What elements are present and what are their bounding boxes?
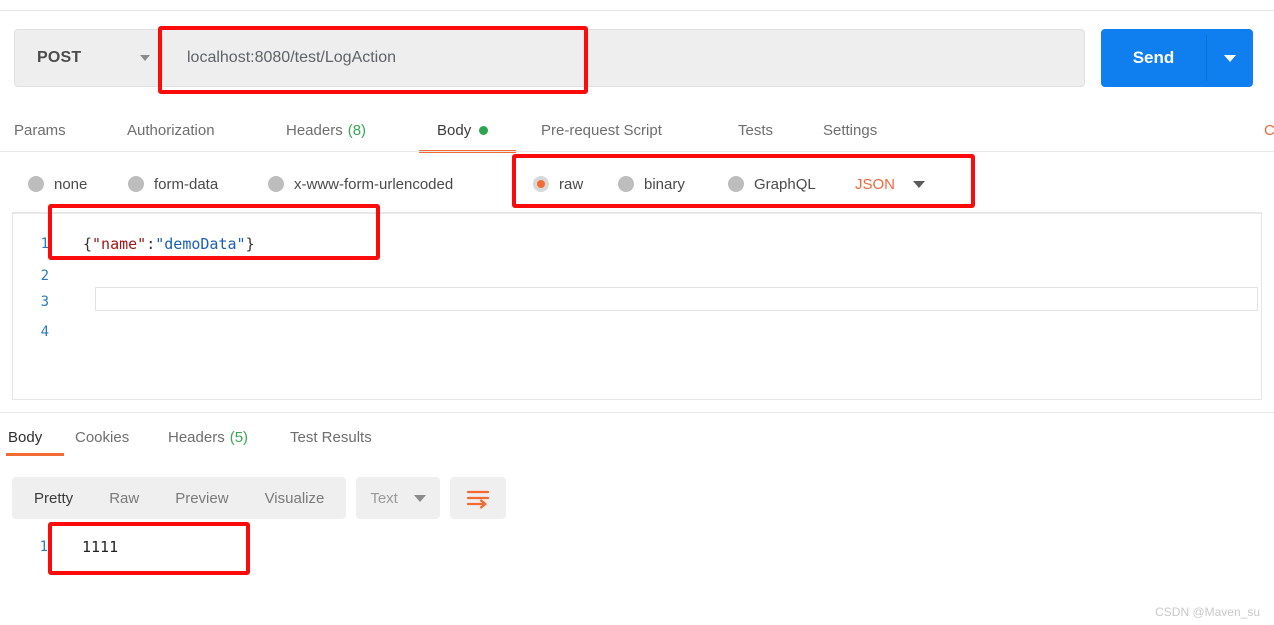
- json-key: "name": [92, 235, 147, 253]
- chevron-down-icon: [913, 180, 926, 188]
- wrap-lines-icon: [466, 490, 489, 509]
- line-number: 3: [40, 294, 49, 310]
- json-open-brace: {: [83, 235, 93, 253]
- radio-label: binary: [644, 175, 685, 193]
- tab-tests[interactable]: Tests: [738, 108, 773, 153]
- response-body-viewer[interactable]: 1 1111: [12, 528, 1262, 578]
- url-value: localhost:8080/test/LogAction: [187, 49, 397, 66]
- radio-x-www-form-urlencoded[interactable]: x-www-form-urlencoded: [268, 163, 453, 205]
- view-mode-raw[interactable]: Raw: [91, 477, 157, 519]
- line-number: 2: [40, 268, 49, 284]
- body-type-radio-group: none form-data x-www-form-urlencoded raw…: [0, 163, 1274, 205]
- json-close-brace: }: [245, 235, 255, 253]
- tab-body[interactable]: Body: [437, 108, 489, 153]
- tab-label: Authorization: [127, 122, 215, 139]
- body-format-select[interactable]: JSON: [855, 163, 926, 205]
- tab-headers[interactable]: Headers (8): [286, 108, 366, 153]
- editor-line-2: 2: [13, 263, 1261, 289]
- tab-label: Settings: [823, 122, 878, 139]
- view-mode-preview[interactable]: Preview: [157, 477, 246, 519]
- radio-none[interactable]: none: [28, 163, 87, 205]
- response-format-label: Text: [370, 489, 398, 507]
- radio-circle-icon: [28, 176, 44, 192]
- tab-authorization[interactable]: Authorization: [127, 108, 215, 153]
- radio-form-data[interactable]: form-data: [128, 163, 218, 205]
- http-method-label: POST: [37, 49, 82, 66]
- request-url-bar: POST localhost:8080/test/LogAction: [14, 29, 1085, 87]
- request-tabs: Params Authorization Headers (8) Body Pr…: [0, 108, 1274, 153]
- tab-label: Headers: [286, 122, 343, 139]
- radio-circle-icon: [618, 176, 634, 192]
- send-options-button[interactable]: [1207, 29, 1253, 87]
- cookies-link[interactable]: C: [1264, 108, 1274, 153]
- response-body-line-1: 1 1111: [12, 534, 119, 560]
- watermark: CSDN @Maven_su: [1155, 605, 1260, 619]
- response-headers-count: (5): [229, 428, 249, 446]
- response-section-divider: [0, 412, 1274, 413]
- line-number: 1: [39, 539, 48, 555]
- editor-top-divider: [13, 213, 1261, 214]
- request-tabs-divider: [0, 151, 1274, 152]
- body-modified-dot-icon: [479, 126, 489, 135]
- tab-label: Test Results: [290, 428, 372, 446]
- radio-raw[interactable]: raw: [533, 163, 583, 205]
- tab-settings[interactable]: Settings: [823, 108, 877, 153]
- request-body-editor[interactable]: 1 {"name":"demoData"} 2 3 4: [12, 212, 1262, 400]
- tab-pre-request-script[interactable]: Pre-request Script: [541, 108, 662, 153]
- tab-headers-count: (8): [347, 122, 367, 139]
- response-format-select[interactable]: Text: [356, 477, 440, 519]
- radio-label: raw: [559, 175, 584, 193]
- json-colon: :: [146, 235, 156, 253]
- radio-label: none: [54, 175, 88, 193]
- response-view-toolbar: Pretty Raw Preview Visualize Text: [12, 477, 506, 519]
- response-tab-headers[interactable]: Headers (5): [168, 418, 248, 456]
- radio-label: x-www-form-urlencoded: [294, 175, 454, 193]
- send-button-group: Send: [1101, 29, 1253, 87]
- radio-graphql[interactable]: GraphQL: [728, 163, 816, 205]
- postman-window: POST localhost:8080/test/LogAction Send …: [0, 0, 1274, 625]
- tab-label: Tests: [738, 122, 774, 139]
- editor-line-3: 3: [13, 289, 1261, 315]
- view-mode-pretty[interactable]: Pretty: [16, 477, 91, 519]
- radio-circle-selected-icon: [533, 176, 549, 192]
- response-active-tab-underline: [6, 453, 64, 456]
- tab-label: Body: [437, 122, 472, 139]
- radio-circle-icon: [728, 176, 744, 192]
- json-string-value: "demoData": [155, 235, 246, 253]
- response-tabs: Body Cookies Headers (5) Test Results St…: [0, 418, 1274, 456]
- response-body-text: 1111: [82, 538, 119, 556]
- top-divider: [0, 10, 1274, 11]
- chevron-down-icon: [140, 55, 150, 61]
- radio-circle-icon: [128, 176, 144, 192]
- tab-label: Body: [8, 428, 43, 446]
- radio-label: GraphQL: [754, 175, 816, 193]
- wrap-lines-button[interactable]: [449, 477, 506, 519]
- response-tab-cookies[interactable]: Cookies: [75, 418, 129, 456]
- url-input[interactable]: localhost:8080/test/LogAction: [163, 30, 1084, 86]
- line-number: 4: [40, 324, 49, 340]
- editor-line-1: 1 {"name":"demoData"}: [13, 231, 1261, 257]
- http-method-select[interactable]: POST: [15, 30, 162, 86]
- response-tab-body[interactable]: Body: [8, 418, 42, 456]
- send-button[interactable]: Send: [1101, 29, 1206, 87]
- editor-code-line: {"name":"demoData"}: [61, 235, 255, 253]
- tab-label: Cookies: [75, 428, 130, 446]
- tab-params[interactable]: Params: [14, 108, 66, 153]
- radio-binary[interactable]: binary: [618, 163, 685, 205]
- response-tab-test-results[interactable]: Test Results: [290, 418, 372, 456]
- editor-line-4: 4: [13, 319, 1261, 345]
- body-format-label: JSON: [855, 175, 896, 193]
- radio-circle-icon: [268, 176, 284, 192]
- tab-label: Params: [14, 122, 66, 139]
- response-view-mode-group: Pretty Raw Preview Visualize: [12, 477, 347, 519]
- radio-label: form-data: [154, 175, 219, 193]
- chevron-down-icon: [1224, 54, 1236, 62]
- tab-label: Headers: [168, 428, 225, 446]
- view-mode-visualize[interactable]: Visualize: [247, 477, 343, 519]
- chevron-down-icon: [413, 494, 426, 502]
- tab-label: Pre-request Script: [541, 122, 662, 139]
- line-number: 1: [40, 236, 49, 252]
